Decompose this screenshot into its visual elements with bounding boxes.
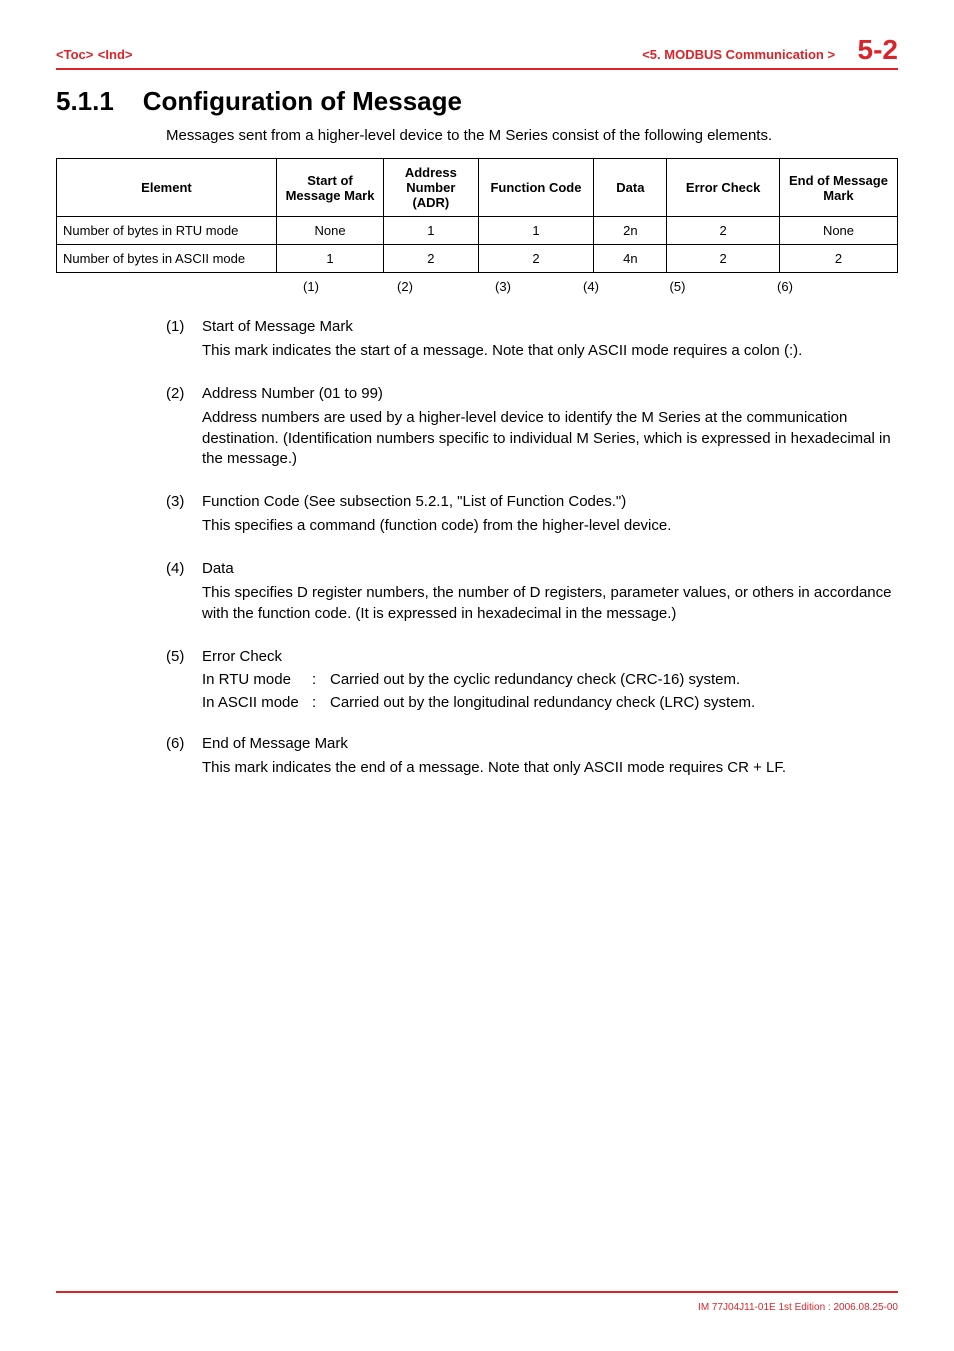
mode-row-rtu: In RTU mode : Carried out by the cyclic … — [202, 671, 898, 688]
th-start-mark: Start of Message Mark — [276, 159, 383, 217]
item-title: Function Code (See subsection 5.2.1, "Li… — [202, 493, 626, 510]
mode-value: Carried out by the cyclic redundancy che… — [330, 671, 898, 688]
cell: None — [276, 217, 383, 245]
table-row: Number of bytes in RTU mode None 1 1 2n … — [57, 217, 898, 245]
mode-value: Carried out by the longitudinal redundan… — [330, 694, 898, 711]
cell: 2 — [667, 245, 780, 273]
item-body: Address numbers are used by a higher-lev… — [202, 408, 898, 469]
item-number: (5) — [166, 648, 202, 665]
col-index: (5) — [625, 279, 730, 294]
item-6: (6) End of Message Mark — [166, 735, 898, 752]
col-index: (3) — [449, 279, 557, 294]
column-index-row: (1) (2) (3) (4) (5) (6) — [56, 279, 898, 294]
cell: None — [779, 217, 897, 245]
item-number: (3) — [166, 493, 202, 510]
table-header-row: Element Start of Message Mark Address Nu… — [57, 159, 898, 217]
mode-colon: : — [312, 694, 330, 711]
item-2: (2) Address Number (01 to 99) — [166, 385, 898, 402]
message-config-table: Element Start of Message Mark Address Nu… — [56, 158, 898, 273]
page-number: 5-2 — [858, 34, 898, 65]
th-address: Address Number (ADR) — [384, 159, 478, 217]
cell: 2 — [384, 245, 478, 273]
item-1: (1) Start of Message Mark — [166, 318, 898, 335]
item-number: (4) — [166, 560, 202, 577]
footer-text: IM 77J04J11-01E 1st Edition : 2006.08.25… — [698, 1302, 898, 1313]
section-number: 5.1.1 — [56, 86, 114, 116]
item-3: (3) Function Code (See subsection 5.2.1,… — [166, 493, 898, 510]
item-body: This mark indicates the start of a messa… — [202, 341, 898, 361]
col-index: (4) — [557, 279, 625, 294]
mode-row-ascii: In ASCII mode : Carried out by the longi… — [202, 694, 898, 711]
item-body: This mark indicates the end of a message… — [202, 758, 898, 778]
item-body: This specifies D register numbers, the n… — [202, 583, 898, 624]
cell: 2 — [478, 245, 594, 273]
row-label: Number of bytes in ASCII mode — [57, 245, 277, 273]
th-data: Data — [594, 159, 667, 217]
item-title: End of Message Mark — [202, 735, 348, 752]
item-title: Data — [202, 560, 234, 577]
item-5: (5) Error Check — [166, 648, 898, 665]
col-index: (6) — [730, 279, 840, 294]
cell: 2n — [594, 217, 667, 245]
cell: 1 — [384, 217, 478, 245]
item-number: (6) — [166, 735, 202, 752]
footer-rule — [56, 1291, 898, 1293]
cell: 1 — [276, 245, 383, 273]
item-4: (4) Data — [166, 560, 898, 577]
cell: 4n — [594, 245, 667, 273]
col-index: (1) — [261, 279, 361, 294]
col-index: (2) — [361, 279, 449, 294]
row-label: Number of bytes in RTU mode — [57, 217, 277, 245]
mode-label: In RTU mode — [202, 671, 312, 688]
mode-label: In ASCII mode — [202, 694, 312, 711]
item-number: (1) — [166, 318, 202, 335]
section-intro: Messages sent from a higher-level device… — [166, 127, 898, 144]
item-title: Error Check — [202, 648, 282, 665]
item-title: Address Number (01 to 99) — [202, 385, 383, 402]
mode-colon: : — [312, 671, 330, 688]
item-body: This specifies a command (function code)… — [202, 516, 898, 536]
th-end-mark: End of Message Mark — [779, 159, 897, 217]
th-element: Element — [57, 159, 277, 217]
item-number: (2) — [166, 385, 202, 402]
section-title-text: Configuration of Message — [143, 86, 462, 116]
page-header: <Toc> <Ind> <5. MODBUS Communication > 5… — [56, 34, 898, 70]
cell: 2 — [779, 245, 897, 273]
section-heading: 5.1.1 Configuration of Message — [56, 86, 898, 117]
toc-link[interactable]: <Toc> — [56, 47, 93, 62]
table-row: Number of bytes in ASCII mode 1 2 2 4n 2… — [57, 245, 898, 273]
item-title: Start of Message Mark — [202, 318, 353, 335]
cell: 1 — [478, 217, 594, 245]
th-function-code: Function Code — [478, 159, 594, 217]
chapter-title: <5. MODBUS Communication > — [642, 47, 835, 62]
cell: 2 — [667, 217, 780, 245]
th-error-check: Error Check — [667, 159, 780, 217]
ind-link[interactable]: <Ind> — [98, 47, 133, 62]
